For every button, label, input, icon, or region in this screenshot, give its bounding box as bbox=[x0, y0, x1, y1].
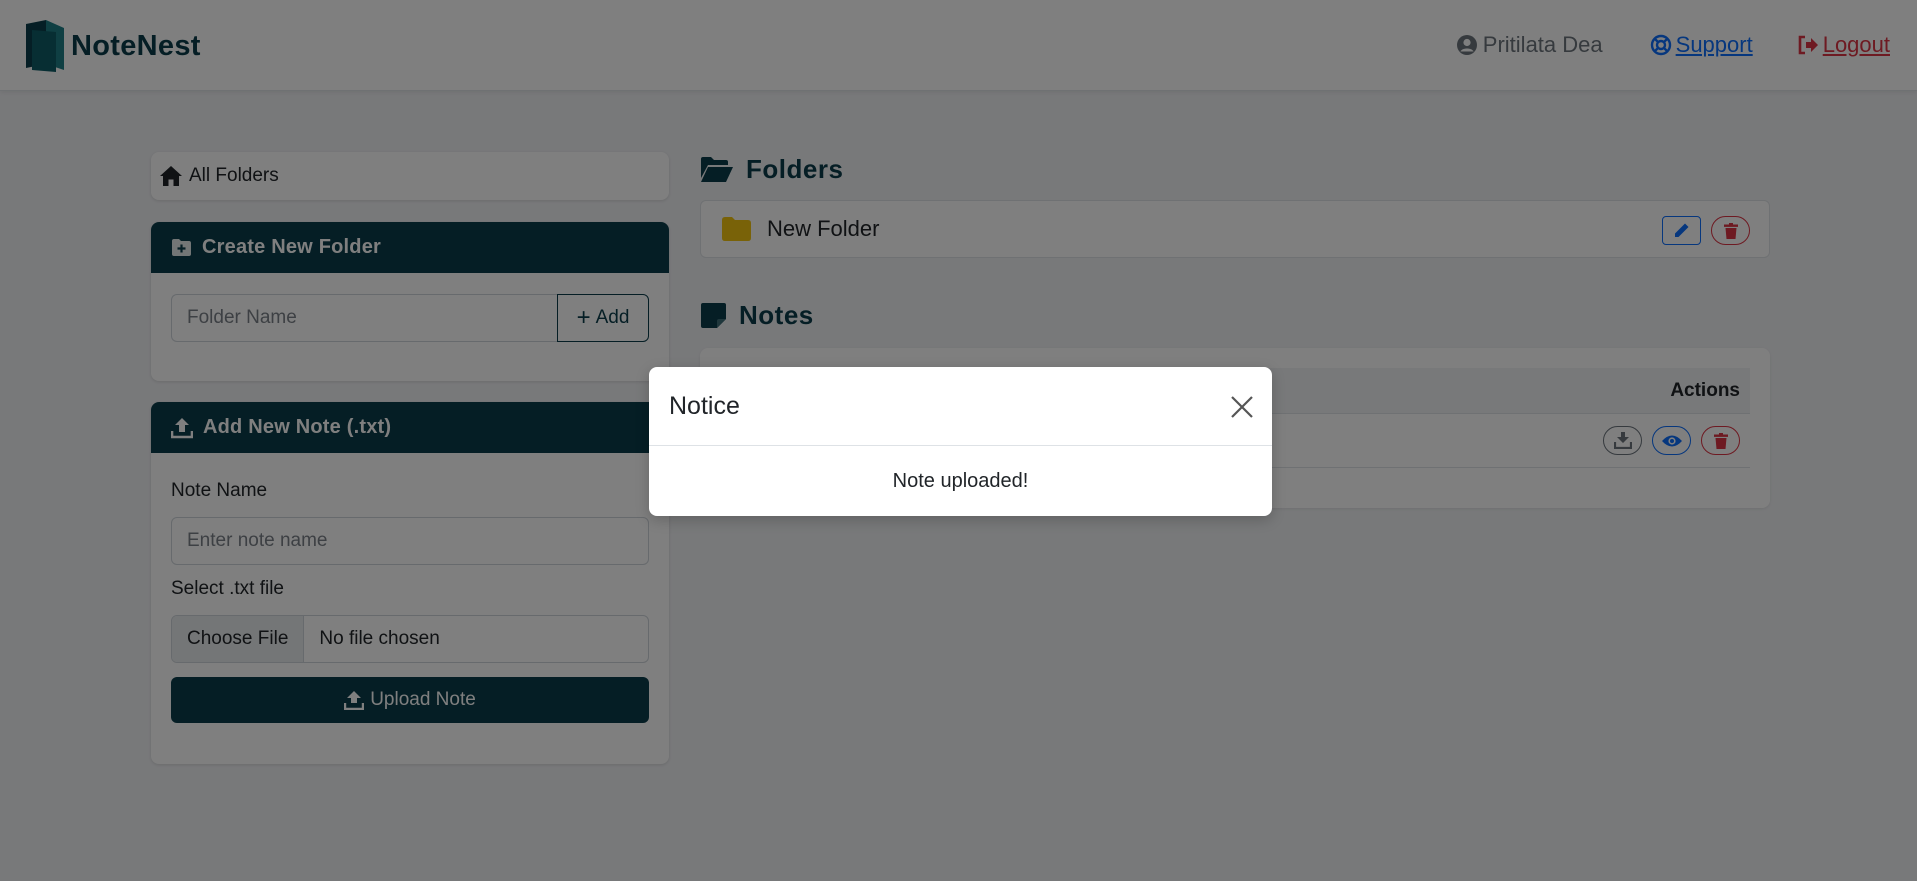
modal-title: Notice bbox=[669, 391, 740, 420]
modal-body: Note uploaded! bbox=[649, 446, 1272, 516]
notice-modal: Notice Note uploaded! bbox=[649, 367, 1272, 516]
modal-message: Note uploaded! bbox=[892, 469, 1029, 492]
modal-header: Notice bbox=[649, 367, 1272, 446]
close-icon[interactable] bbox=[1229, 394, 1255, 420]
